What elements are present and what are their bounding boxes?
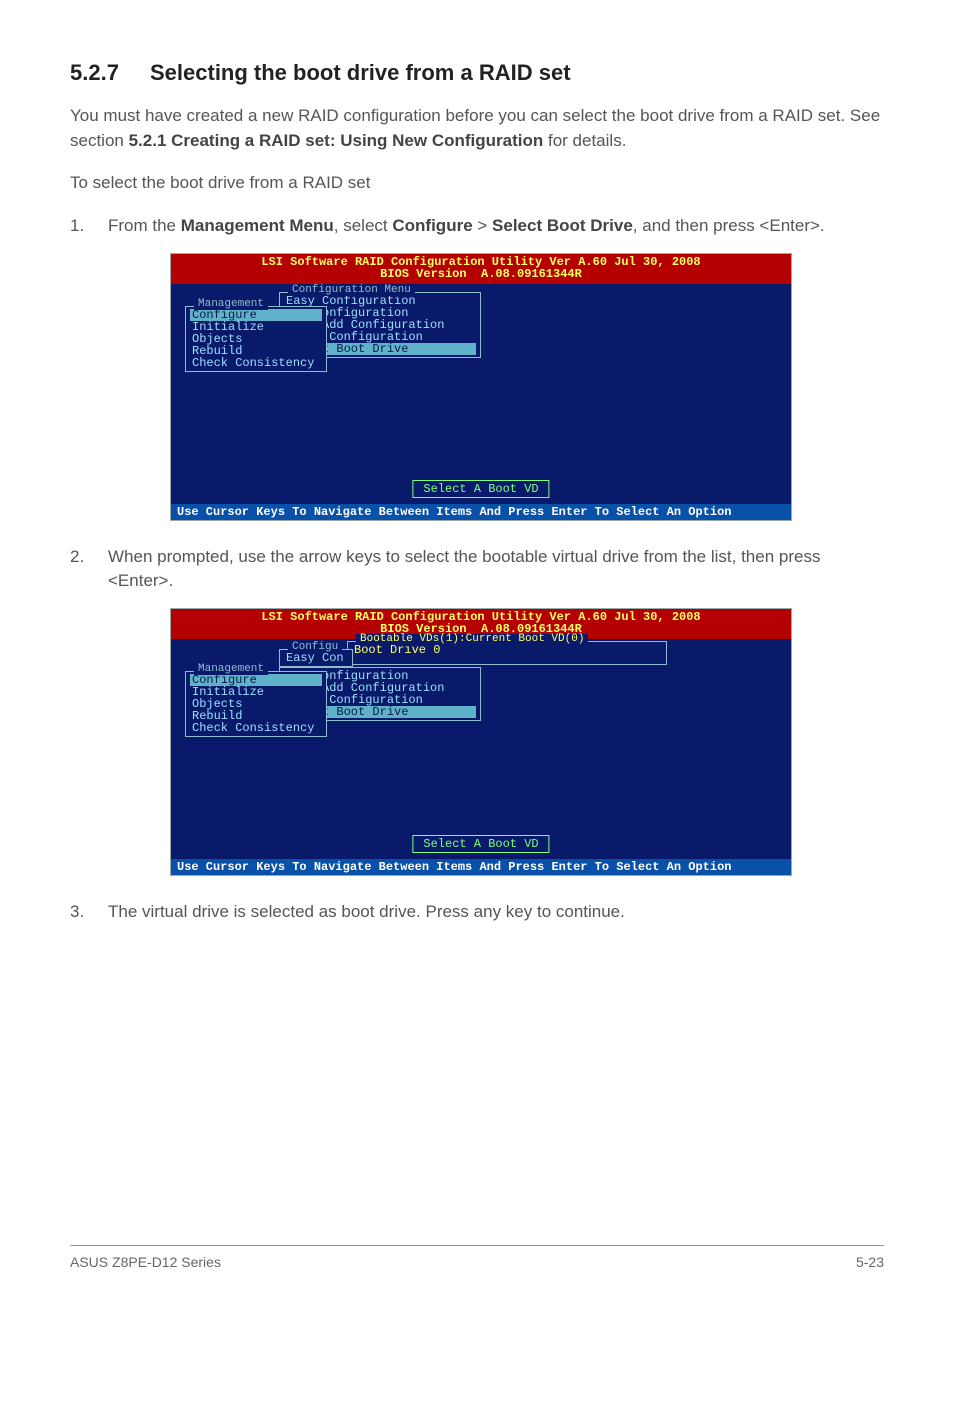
- step-1-text: From the Management Menu, select Configu…: [108, 214, 884, 239]
- bios-titlebar: LSI Software RAID Configuration Utility …: [171, 254, 791, 284]
- step-1: 1. From the Management Menu, select Conf…: [70, 214, 884, 239]
- step-1-selectboot: Select Boot Drive: [492, 216, 633, 235]
- step-1-frag: From the: [108, 216, 181, 235]
- step-1-end: , and then press <Enter>.: [633, 216, 825, 235]
- step-1-number: 1.: [70, 214, 108, 239]
- management-menu-box: Management Configure Initialize Objects …: [185, 306, 327, 372]
- step-3-text: The virtual drive is selected as boot dr…: [108, 900, 884, 925]
- configuration-menu-caption: Configuration Menu: [288, 285, 415, 296]
- select-a-boot-vd-box: Select A Boot VD: [412, 480, 549, 498]
- section-title: Selecting the boot drive from a RAID set: [150, 60, 571, 85]
- configu-fragment-item: Easy Con: [284, 652, 348, 664]
- step-1-sep: >: [473, 216, 492, 235]
- step-1-frag2: , select: [334, 216, 393, 235]
- intro-paragraph-2: To select the boot drive from a RAID set: [70, 171, 884, 196]
- step-2-text: When prompted, use the arrow keys to sel…: [108, 545, 884, 594]
- management-menu-box: Management Configure Initialize Objects …: [185, 671, 327, 737]
- mgmt-item-check[interactable]: Check Consistency: [190, 357, 322, 369]
- mgmt-item-objects[interactable]: Objects: [190, 333, 322, 345]
- bios-workspace: Bootable VDs(1):Current Boot VD(0) Boot …: [171, 639, 791, 859]
- bios-footer-help: Use Cursor Keys To Navigate Between Item…: [171, 504, 791, 520]
- mgmt-item-configure[interactable]: Configure: [190, 309, 322, 321]
- intro-paragraph-1: You must have created a new RAID configu…: [70, 104, 884, 153]
- boot-drive-item[interactable]: Boot Drive 0: [352, 644, 662, 656]
- bios-footer-help: Use Cursor Keys To Navigate Between Item…: [171, 859, 791, 875]
- step-2-number: 2.: [70, 545, 108, 594]
- mgmt-item-initialize[interactable]: Initialize: [190, 321, 322, 333]
- section-number: 5.2.7: [70, 60, 150, 86]
- page-footer-left: ASUS Z8PE-D12 Series: [70, 1254, 221, 1270]
- bios-screenshot-1: LSI Software RAID Configuration Utility …: [170, 253, 792, 521]
- step-1-configure: Configure: [392, 216, 472, 235]
- step-2: 2. When prompted, use the arrow keys to …: [70, 545, 884, 594]
- management-menu-caption: Management: [194, 299, 268, 310]
- step-3-number: 3.: [70, 900, 108, 925]
- bios-screenshot-2: LSI Software RAID Configuration Utility …: [170, 608, 792, 876]
- page-footer: ASUS Z8PE-D12 Series 5-23: [70, 1245, 884, 1270]
- bios-title-line2: BIOS Version A.08.09161344R: [380, 267, 582, 281]
- mgmt-item-rebuild[interactable]: Rebuild: [190, 345, 322, 357]
- select-a-boot-vd-box: Select A Boot VD: [412, 835, 549, 853]
- bootable-vd-box: Bootable VDs(1):Current Boot VD(0) Boot …: [347, 641, 667, 665]
- mgmt-item-check[interactable]: Check Consistency: [190, 722, 322, 734]
- page-footer-right: 5-23: [856, 1254, 884, 1270]
- step-1-menu: Management Menu: [181, 216, 334, 235]
- configu-fragment-box: Configu Easy Con: [279, 649, 353, 667]
- bootable-vd-caption: Bootable VDs(1):Current Boot VD(0): [356, 634, 588, 645]
- bios-workspace: Configuration Menu Easy Configuration Ne…: [171, 284, 791, 504]
- intro-p1-ref: 5.2.1 Creating a RAID set: Using New Con…: [129, 131, 544, 150]
- intro-p1-b: for details.: [543, 131, 626, 150]
- step-3: 3. The virtual drive is selected as boot…: [70, 900, 884, 925]
- management-menu-caption: Management: [194, 664, 268, 675]
- section-heading: 5.2.7Selecting the boot drive from a RAI…: [70, 60, 884, 86]
- configu-fragment-caption: Configu: [288, 642, 342, 653]
